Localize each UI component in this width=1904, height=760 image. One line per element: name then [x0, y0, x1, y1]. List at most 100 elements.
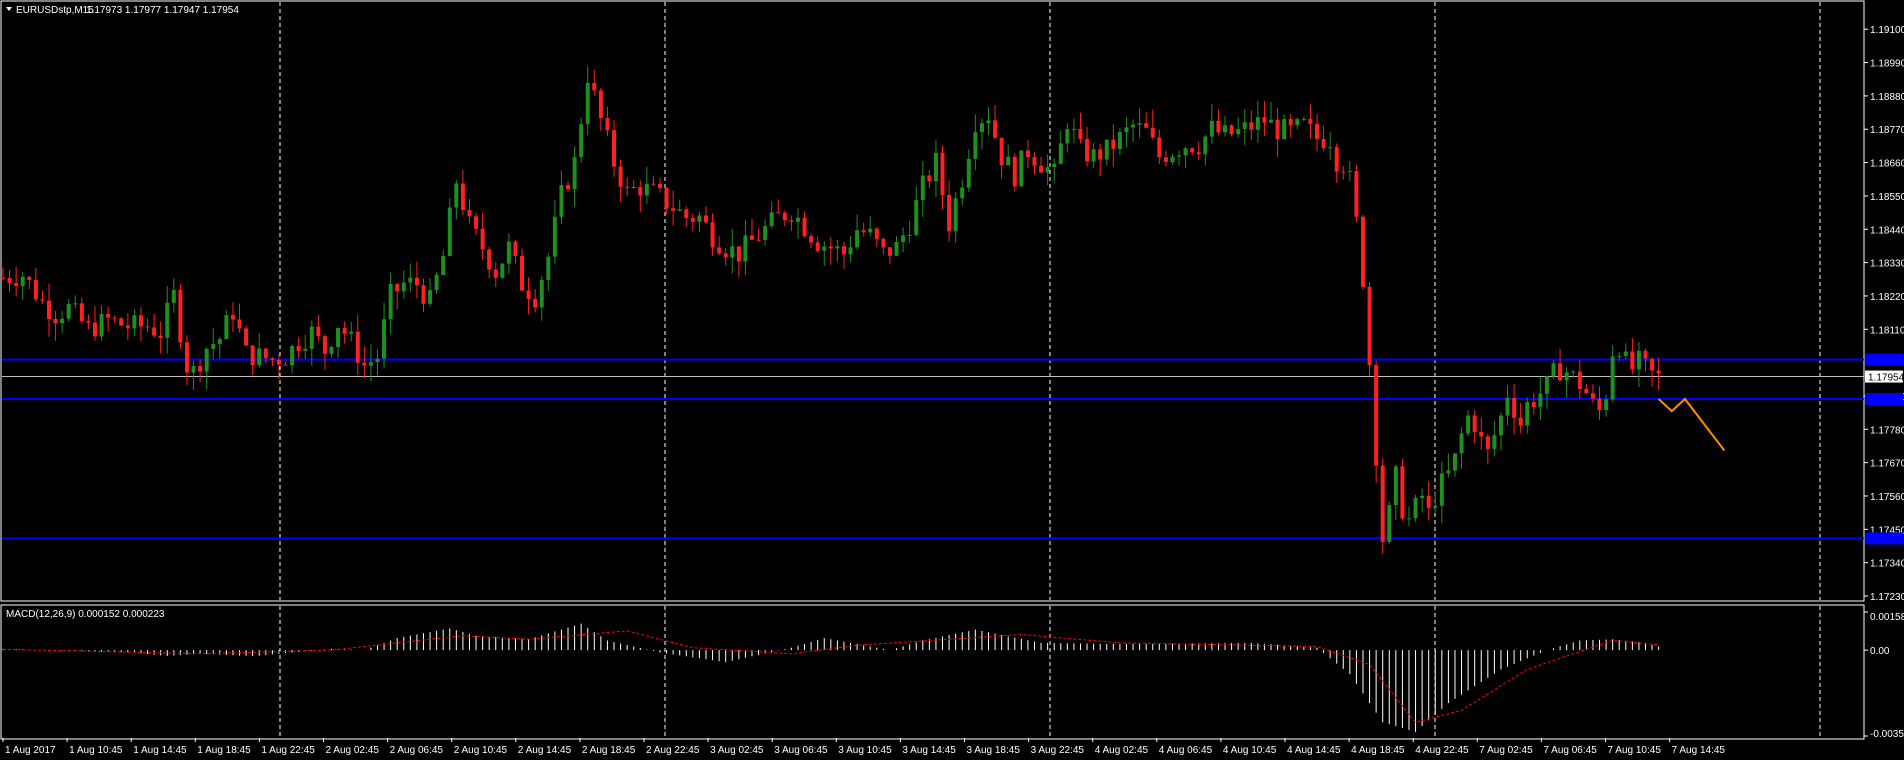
- candle-body: [46, 300, 51, 319]
- price-tick-label: 1.18110: [1870, 325, 1904, 336]
- candle-body: [309, 326, 314, 349]
- candle-body: [138, 315, 143, 327]
- candle-body: [927, 175, 932, 182]
- candle-body: [1400, 466, 1405, 519]
- candle-body: [86, 321, 91, 323]
- candle-body: [1656, 370, 1661, 374]
- time-tick-label: 2 Aug 18:45: [582, 745, 636, 756]
- candle-body: [1650, 358, 1655, 371]
- candle-body: [119, 318, 124, 326]
- candle-body: [855, 230, 860, 248]
- forecast-line[interactable]: [1657, 397, 1726, 452]
- time-tick-label: 3 Aug 10:45: [838, 745, 892, 756]
- candle-body: [579, 124, 584, 158]
- macd-series: [2, 623, 1660, 732]
- candle-body: [782, 212, 787, 221]
- candle-body: [1242, 122, 1247, 129]
- time-tick-label: 3 Aug 06:45: [774, 745, 828, 756]
- time-tick-label: 2 Aug 06:45: [390, 745, 444, 756]
- candle-body: [296, 345, 301, 351]
- candle-body: [1223, 125, 1228, 133]
- horizontal-levels[interactable]: [2, 358, 1864, 540]
- candle-body: [533, 298, 538, 308]
- candle-body: [822, 246, 827, 251]
- candle-body: [1124, 127, 1129, 133]
- candle-body: [217, 339, 222, 344]
- candle-body: [664, 188, 669, 209]
- price-tick-label: 1.19100: [1870, 25, 1904, 36]
- level-price-tag: [1865, 532, 1903, 545]
- candle-body: [1334, 147, 1339, 172]
- candle-body: [690, 218, 695, 222]
- candle-body: [1406, 518, 1411, 520]
- candle-body: [250, 345, 255, 366]
- candle-body: [874, 228, 879, 239]
- forecast-polyline[interactable]: [1657, 397, 1726, 452]
- price-tick-label: 1.18330: [1870, 259, 1904, 270]
- candle-body: [1525, 402, 1530, 426]
- candle-body: [1052, 163, 1057, 168]
- candle-body: [263, 348, 268, 359]
- candle-body: [776, 212, 781, 214]
- candle-body: [132, 315, 137, 329]
- time-tick-label: 4 Aug 14:45: [1287, 745, 1341, 756]
- candle-body: [552, 216, 557, 257]
- candle-body: [1479, 431, 1484, 437]
- candle-body: [585, 82, 590, 125]
- candle-body: [493, 269, 498, 278]
- candle-body: [1104, 139, 1109, 160]
- candle-body: [1584, 388, 1589, 394]
- candle-body: [447, 207, 452, 256]
- candle-body: [1459, 433, 1464, 454]
- candle-body: [1420, 495, 1425, 498]
- candle-body: [1505, 397, 1510, 416]
- candle-body: [474, 216, 479, 229]
- candle-body: [1203, 136, 1208, 155]
- macd-tick-label: 0.00: [1870, 646, 1890, 657]
- chart-canvas[interactable]: 1.19100 1.18990 1.18880 1.18770 1.18660 1.185…: [0, 0, 1904, 760]
- candle-body: [1190, 148, 1195, 153]
- candle-body: [631, 186, 636, 188]
- level-price-tag: [1865, 353, 1903, 366]
- candle-body: [1538, 393, 1543, 407]
- candle-body: [1564, 372, 1569, 381]
- candle-body: [500, 263, 505, 278]
- candle-body: [395, 284, 400, 292]
- candle-body: [1571, 371, 1576, 373]
- time-tick-label: 2 Aug 02:45: [326, 745, 380, 756]
- candle-body: [605, 118, 610, 131]
- dropdown-triangle-icon[interactable]: [6, 7, 12, 11]
- candle-body: [651, 183, 656, 185]
- candle-body: [441, 255, 446, 275]
- candle-body: [434, 274, 439, 291]
- price-tick-label: 1.17780: [1870, 425, 1904, 436]
- candle-body: [1282, 119, 1287, 140]
- candle-body: [1492, 435, 1497, 449]
- candle-body: [178, 289, 183, 343]
- candle-body: [743, 235, 748, 262]
- candle-body: [14, 282, 19, 286]
- candle-body: [1150, 127, 1155, 138]
- candle-body: [1071, 129, 1076, 131]
- macd-tick-label: 0.001584: [1870, 612, 1904, 623]
- candle-body: [283, 364, 288, 366]
- candle-body: [1262, 117, 1267, 123]
- candle-body: [1209, 120, 1214, 137]
- candle-body: [1163, 157, 1168, 163]
- ohlc-values: 1.17973 1.17977 1.17947 1.17954: [86, 5, 239, 16]
- candle-body: [710, 222, 715, 248]
- candle-body: [559, 185, 564, 217]
- candle-body: [684, 209, 689, 219]
- candle-body: [112, 317, 117, 319]
- time-tick-label: 3 Aug 14:45: [902, 745, 956, 756]
- candle-body: [1275, 119, 1280, 140]
- candle-body: [960, 187, 965, 199]
- candle-body: [7, 277, 12, 283]
- candle-body: [1617, 355, 1622, 357]
- candle-body: [184, 342, 189, 373]
- candle-body: [1157, 137, 1162, 158]
- candle-body: [382, 319, 387, 359]
- candle-body: [1531, 402, 1536, 407]
- candle-body: [1597, 398, 1602, 411]
- candle-body: [1170, 156, 1175, 163]
